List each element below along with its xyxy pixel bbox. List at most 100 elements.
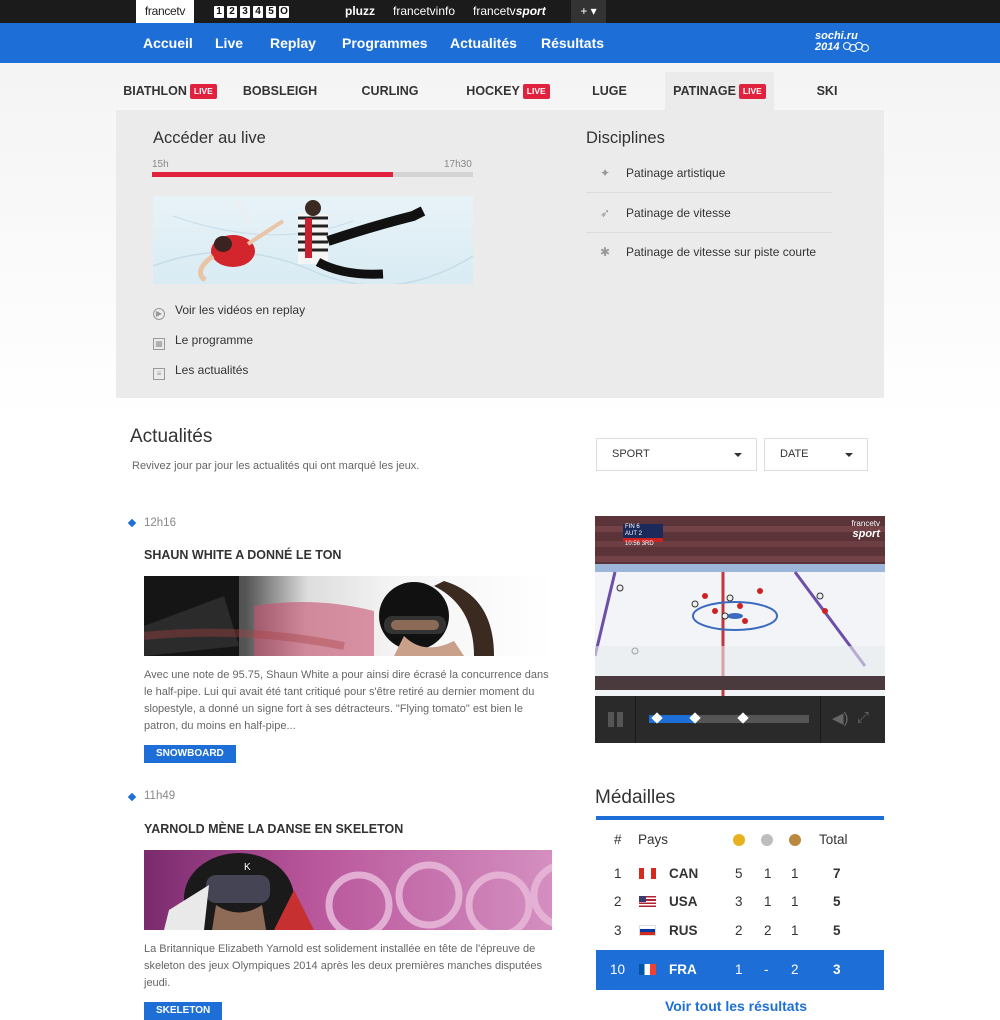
medals-row[interactable]: 1 CAN 5 1 1 7 xyxy=(596,859,884,888)
nav-accueil[interactable]: Accueil xyxy=(143,23,193,63)
nav-actualites[interactable]: Actualités xyxy=(450,23,517,63)
gold-cell: 5 xyxy=(735,866,743,881)
tab-hockey[interactable]: HOCKEY LIVE xyxy=(444,72,572,110)
news-section-subtitle: Revivez jour par jour les actualités qui… xyxy=(132,460,420,472)
gold-cell: 1 xyxy=(735,962,743,977)
sport-filter-select[interactable]: SPORT xyxy=(596,438,757,471)
pluzz-link[interactable]: pluzz xyxy=(345,0,375,23)
pause-icon[interactable] xyxy=(608,712,624,727)
tab-biathlon[interactable]: BIATHLON LIVE xyxy=(116,72,224,110)
nav-programmes[interactable]: Programmes xyxy=(342,23,428,63)
nav-live[interactable]: Live xyxy=(215,23,243,63)
channel-5-link[interactable]: 5 xyxy=(266,5,276,18)
snowboard-photo xyxy=(144,576,494,656)
nav-replay[interactable]: Replay xyxy=(270,23,316,63)
total-cell: 5 xyxy=(833,923,841,938)
total-cell: 5 xyxy=(833,894,841,909)
channel-2-link[interactable]: 2 xyxy=(227,5,237,18)
rank-cell: 1 xyxy=(614,866,622,881)
nav-resultats[interactable]: Résultats xyxy=(541,23,604,63)
video-controls: ◀) ⤢ xyxy=(595,696,885,743)
timeline-dot xyxy=(127,518,137,528)
country-header: Pays xyxy=(638,832,669,847)
olympic-rings-icon xyxy=(842,42,869,53)
channel-links: 12345O xyxy=(214,0,292,23)
tag-skeleton[interactable]: SKELETON xyxy=(144,1002,223,1020)
short-track-icon: ✱ xyxy=(599,245,611,259)
discipline-speed[interactable]: ➶ Patinage de vitesse xyxy=(586,193,832,233)
channel-o-link[interactable]: O xyxy=(279,5,289,18)
chapter-marker[interactable] xyxy=(737,712,749,724)
france-flag-icon xyxy=(639,964,656,975)
link-label: Les actualités xyxy=(175,363,249,377)
tab-label: SKI xyxy=(816,84,838,98)
article-image-skeleton[interactable]: K xyxy=(144,850,552,930)
sport-link-suffix: sport xyxy=(515,4,546,18)
main-nav: Accueil Live Replay Programmes Actualité… xyxy=(0,23,1000,63)
bronze-cell: 1 xyxy=(791,923,799,938)
channel-3-link[interactable]: 3 xyxy=(240,5,250,18)
canada-flag-icon xyxy=(639,868,656,879)
article-time: 12h16 xyxy=(144,517,176,529)
video-player[interactable]: FIN 6 AUT 2 10:56 3RD francetv sport ◀) … xyxy=(595,516,885,743)
live-access-title[interactable]: Accéder au live xyxy=(153,129,266,148)
medals-row-france[interactable]: 10 FRA 1 - 2 3 xyxy=(596,950,884,990)
article-image-snowboard[interactable] xyxy=(144,576,552,656)
medals-row[interactable]: 3 RUS 2 2 1 5 xyxy=(596,916,884,945)
bronze-cell: 1 xyxy=(791,894,799,909)
game-clock: 10:56 3RD xyxy=(625,541,654,547)
discipline-label: Patinage de vitesse xyxy=(626,206,731,220)
live-badge: LIVE xyxy=(738,84,766,99)
figure-skating-icon: ✦ xyxy=(599,166,611,180)
channel-1-link[interactable]: 1 xyxy=(214,5,224,18)
tab-label: HOCKEY xyxy=(466,84,520,98)
sochi-2014-logo[interactable]: sochi.ru 2014 xyxy=(815,31,869,53)
date-filter-select[interactable]: DATE xyxy=(764,438,868,471)
fullscreen-icon[interactable]: ⤢ xyxy=(857,709,869,726)
skeleton-photo: K xyxy=(164,853,552,930)
silver-medal-icon xyxy=(761,834,773,846)
more-channels-button[interactable]: + ▾ xyxy=(571,0,606,23)
sport-tabs: BIATHLON LIVE BOBSLEIGH CURLING HOCKEY LIV… xyxy=(116,72,884,110)
figure-skating-live-thumbnail[interactable] xyxy=(153,196,473,284)
tab-curling[interactable]: CURLING xyxy=(336,72,444,110)
helmet-lettering: K xyxy=(244,862,251,873)
replay-videos-link[interactable]: ▶ Voir les vidéos en replay xyxy=(153,302,305,320)
channel-4-link[interactable]: 4 xyxy=(253,5,263,18)
volume-icon[interactable]: ◀) xyxy=(832,709,849,727)
tab-label: BIATHLON xyxy=(123,84,187,98)
video-scrubber[interactable] xyxy=(649,712,809,724)
tab-label: BOBSLEIGH xyxy=(242,84,318,98)
medals-header-row: # Pays Total xyxy=(596,825,884,855)
tab-ski[interactable]: SKI xyxy=(796,72,858,110)
figure-skating-illustration xyxy=(153,200,473,284)
tag-snowboard[interactable]: SNOWBOARD xyxy=(144,745,236,763)
chevron-down-icon xyxy=(734,453,742,457)
timeline-end: 17h30 xyxy=(444,159,472,170)
usa-flag-icon xyxy=(639,896,656,907)
tab-patinage[interactable]: PATINAGE LIVE xyxy=(665,72,774,110)
francetvsport-link[interactable]: francetvsport xyxy=(473,0,546,23)
tab-bobsleigh[interactable]: BOBSLEIGH xyxy=(224,72,336,110)
programme-link[interactable]: ▦ Le programme xyxy=(153,332,253,350)
discipline-short-track[interactable]: ✱ Patinage de vitesse sur piste courte xyxy=(586,232,832,272)
discipline-artistic[interactable]: ✦ Patinage artistique xyxy=(586,153,832,193)
bronze-cell: 1 xyxy=(791,866,799,881)
news-section-title: Actualités xyxy=(130,426,213,447)
all-results-link[interactable]: Voir tout les résultats xyxy=(596,998,876,1014)
article-title[interactable]: YARNOLD MÈNE LA DANSE EN SKELETON xyxy=(144,822,403,836)
article-title[interactable]: SHAUN WHITE A DONNÉ LE TON xyxy=(144,548,341,562)
discipline-label: Patinage artistique xyxy=(626,166,726,180)
article-time: 11h49 xyxy=(144,790,176,802)
speed-skating-icon: ➶ xyxy=(599,206,611,220)
live-timeline-bar xyxy=(152,172,473,177)
bronze-cell: 2 xyxy=(791,962,799,977)
bronze-medal-icon xyxy=(789,834,801,846)
tab-luge[interactable]: LUGE xyxy=(572,72,647,110)
francetvinfo-link[interactable]: francetvinfo xyxy=(393,0,455,23)
sport-link-prefix: francetv xyxy=(473,4,516,18)
francetv-link[interactable]: francetv xyxy=(136,0,194,23)
medals-row[interactable]: 2 USA 3 1 1 5 xyxy=(596,887,884,916)
news-link[interactable]: ≡ Les actualités xyxy=(153,362,249,380)
team-name: AUT xyxy=(625,531,637,537)
